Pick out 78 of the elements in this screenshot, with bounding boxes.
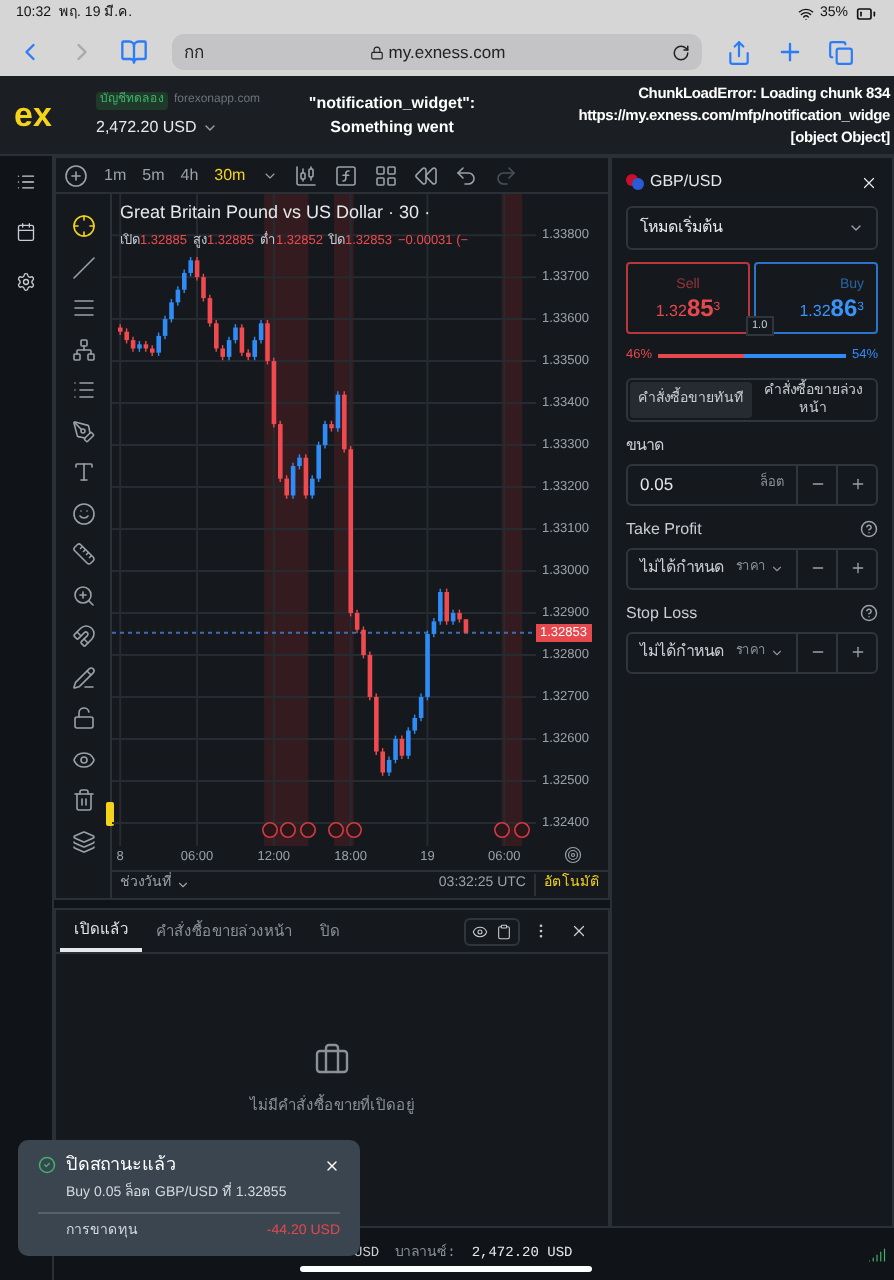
rewind-icon[interactable] <box>413 163 438 187</box>
unlock-icon[interactable] <box>71 706 95 731</box>
calendar-icon[interactable] <box>16 222 36 242</box>
caret-icon[interactable] <box>176 878 190 892</box>
timeframe-tab[interactable]: 4h <box>180 163 199 187</box>
briefcase-icon <box>314 1042 350 1078</box>
target-icon[interactable] <box>563 846 581 864</box>
undo-icon[interactable] <box>453 163 478 187</box>
event-marker-icon[interactable] <box>494 822 510 838</box>
logo[interactable]: ex <box>0 98 72 132</box>
list-icon[interactable] <box>16 172 36 192</box>
event-marker-icon[interactable] <box>280 822 296 838</box>
zoom-in-icon[interactable] <box>71 583 95 608</box>
eye-icon[interactable] <box>472 923 488 939</box>
tabs-icon[interactable] <box>828 39 854 65</box>
new-tab-icon[interactable] <box>776 38 804 66</box>
candlestick-icon[interactable] <box>293 163 318 187</box>
event-marker-icon[interactable] <box>262 822 278 838</box>
caret-icon[interactable] <box>770 645 784 660</box>
function-icon[interactable] <box>333 163 358 187</box>
ruler-icon[interactable] <box>71 542 95 567</box>
error-text: "notification_widget": <box>308 91 476 115</box>
caret-icon[interactable] <box>770 561 784 576</box>
close-icon[interactable] <box>570 922 588 940</box>
share-icon[interactable] <box>726 39 752 65</box>
chart-title: Great Britain Pound vs US Dollar · 30 · <box>120 200 433 226</box>
bookmarks-icon[interactable] <box>120 38 148 66</box>
emoji-icon[interactable] <box>71 501 95 526</box>
mode-dropdown[interactable]: โหมดเริ่มต้น <box>626 206 878 250</box>
toast-title: ปิดสถานะแล้ว <box>66 1152 176 1178</box>
event-marker-icon[interactable] <box>328 822 344 838</box>
flag-icon <box>626 174 644 190</box>
lock-icon <box>370 45 385 59</box>
settings-icon[interactable] <box>16 272 36 292</box>
layers-icon[interactable] <box>71 829 95 854</box>
crosshair-icon[interactable] <box>71 214 95 239</box>
caret-icon <box>848 220 864 236</box>
error-text: Something went <box>330 115 454 139</box>
event-marker-icon[interactable] <box>346 822 362 838</box>
field-placeholder: ไม่ได้กำหนด <box>640 640 724 665</box>
symbol-name: GBP/USD <box>650 170 723 194</box>
field-label: ขนาด <box>626 433 664 458</box>
add-icon[interactable] <box>64 163 88 187</box>
mode-value: โหมดเริ่มต้น <box>640 216 722 240</box>
timeframe-tab[interactable]: 30m <box>214 163 246 187</box>
address-bar[interactable]: กก my.exness.com <box>172 34 702 70</box>
text-size-button[interactable]: กก <box>184 39 204 65</box>
plus-icon <box>849 476 865 493</box>
field-label: Stop Loss <box>626 601 698 626</box>
help-icon[interactable] <box>860 604 878 623</box>
trend-line-icon[interactable] <box>71 255 95 280</box>
help-icon[interactable] <box>860 520 878 539</box>
url-text: my.exness.com <box>388 39 506 65</box>
signal-icon <box>868 1245 886 1263</box>
timeframe-tab[interactable]: 5m <box>142 163 165 187</box>
event-marker-icon[interactable] <box>300 822 316 838</box>
plus-icon <box>849 560 865 577</box>
field-placeholder: ไม่ได้กำหนด <box>640 556 724 581</box>
reload-icon[interactable] <box>672 43 690 61</box>
timeframe-tab[interactable]: 1m <box>104 163 127 187</box>
check-icon <box>38 1156 56 1175</box>
clipboard-icon[interactable] <box>496 923 512 939</box>
field-value: 0.05 <box>640 471 674 498</box>
eye-icon[interactable] <box>71 747 95 772</box>
field-label: Take Profit <box>626 517 702 542</box>
grid-icon[interactable] <box>373 163 398 187</box>
trash-icon[interactable] <box>71 788 95 813</box>
magnet-icon[interactable] <box>71 624 95 649</box>
parallel-lines-icon[interactable] <box>71 296 95 321</box>
event-marker-icon[interactable] <box>514 822 530 838</box>
collapse-handle[interactable] <box>106 802 114 826</box>
close-icon[interactable] <box>860 173 878 191</box>
account-balance[interactable]: 2,472.20 USD <box>96 115 292 139</box>
text-tool-icon[interactable] <box>71 460 95 485</box>
battery-icon <box>854 4 878 24</box>
wifi-icon <box>797 6 814 22</box>
pencil-icon[interactable] <box>71 665 95 690</box>
plus-icon <box>849 644 865 661</box>
